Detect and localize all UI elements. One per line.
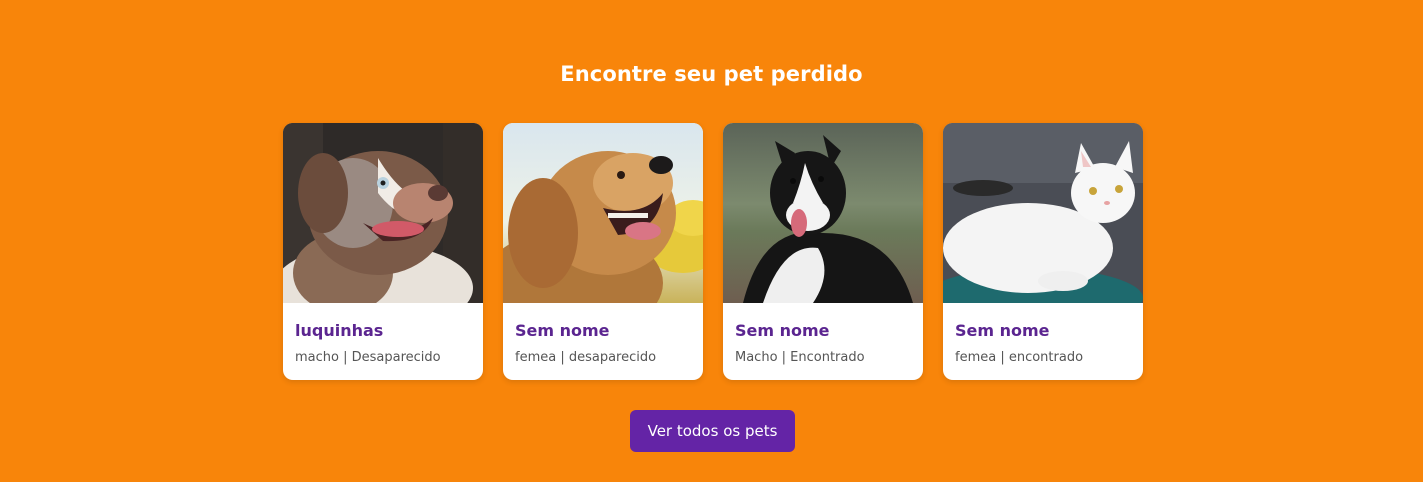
pet-card[interactable]: luquinhas macho | Desaparecido [283,123,483,380]
pet-card[interactable]: Sem nome femea | desaparecido [503,123,703,380]
pet-photo-golden-retriever [503,123,703,303]
pet-name: Sem nome [955,321,1050,340]
pet-card-list: luquinhas macho | Desaparecido Sem nome … [283,123,1143,380]
pet-name: Sem nome [735,321,830,340]
pet-name: Sem nome [515,321,610,340]
pet-photo-white-cat [943,123,1143,303]
pet-photo-australian-shepherd [283,123,483,303]
section-title: Encontre seu pet perdido [560,62,863,87]
pet-info: Macho | Encontrado [735,350,865,365]
pet-card[interactable]: Sem nome Macho | Encontrado [723,123,923,380]
pet-info: macho | Desaparecido [295,350,441,365]
pet-card[interactable]: Sem nome femea | encontrado [943,123,1143,380]
pet-info: femea | desaparecido [515,350,657,365]
view-all-pets-button[interactable]: Ver todos os pets [630,410,795,452]
pet-info: femea | encontrado [955,350,1084,365]
pet-photo-border-collie [723,123,923,303]
pet-name: luquinhas [295,321,384,340]
